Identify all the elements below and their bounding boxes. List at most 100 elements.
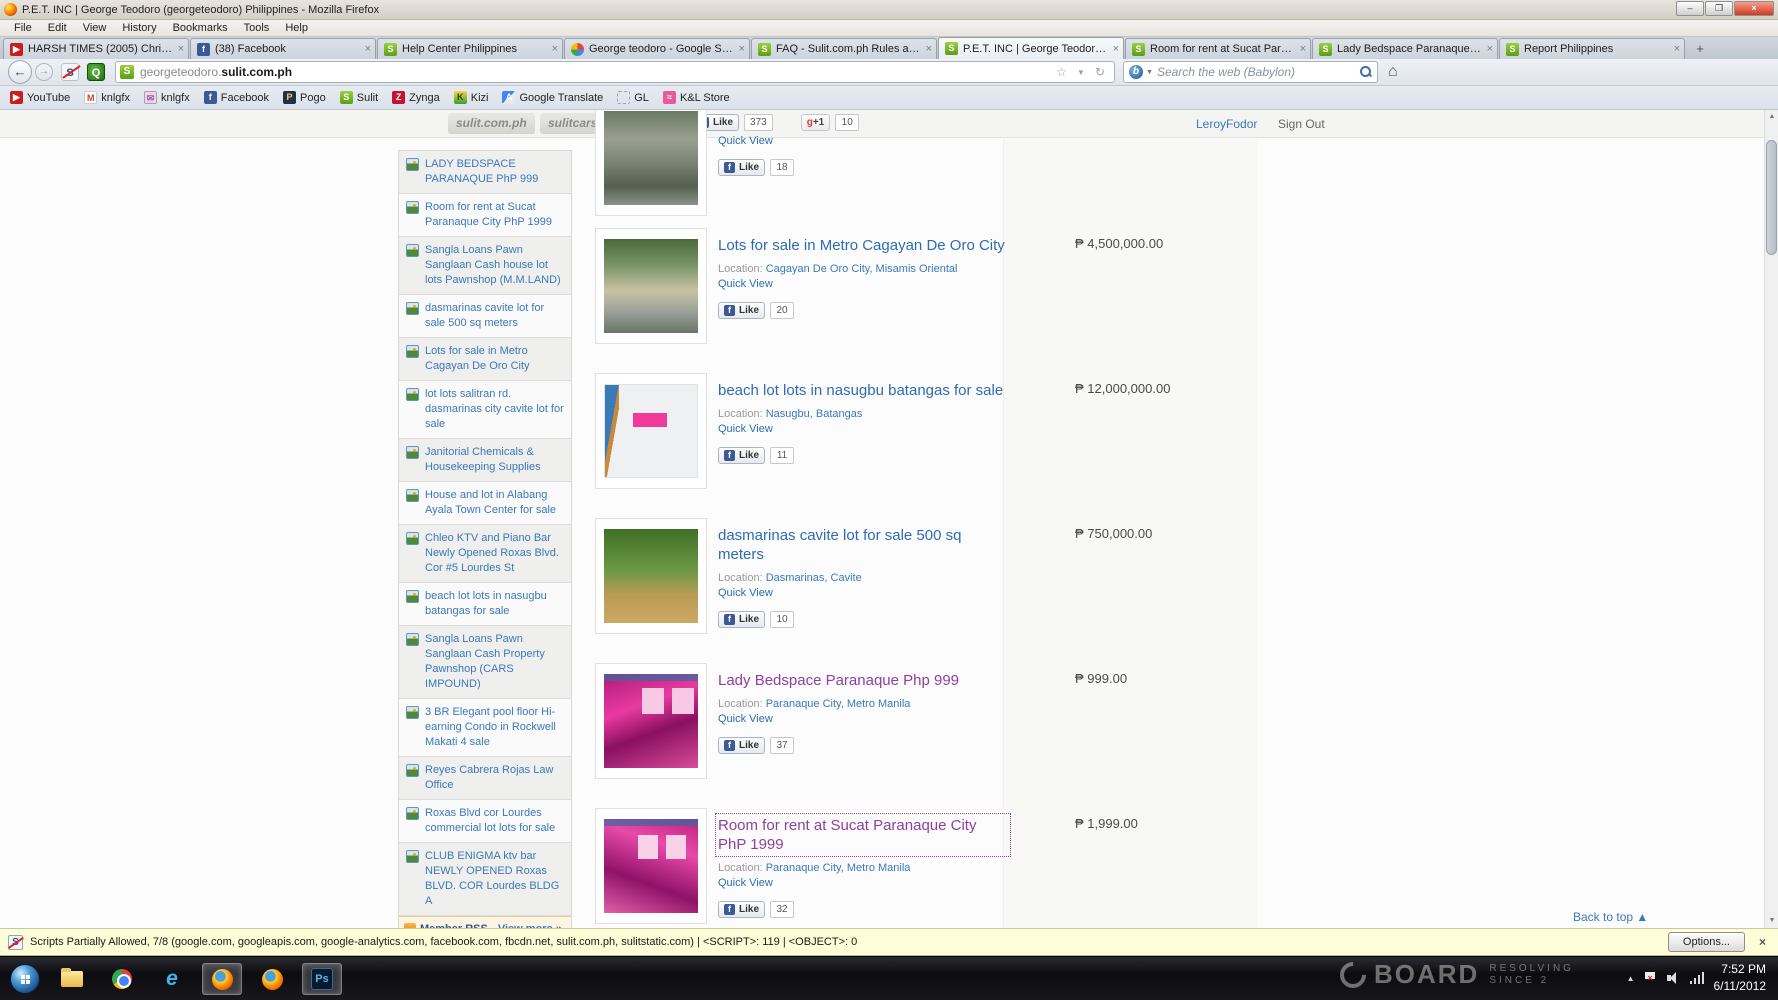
bookmark-zynga[interactable]: ZZynga	[388, 89, 444, 106]
sulit-logo[interactable]: sulit.com.ph	[448, 113, 535, 134]
facebook-like-button[interactable]: fLike	[718, 302, 765, 319]
bookmark-kizi[interactable]: KKizi	[450, 89, 493, 106]
sidebar-listing-link[interactable]: 3 BR Elegant pool floor Hi-earning Condo…	[425, 705, 565, 750]
facebook-like-button[interactable]: fLike	[718, 737, 765, 754]
taskbar-clock[interactable]: 7:52 PM 6/11/2012	[1714, 961, 1773, 995]
menu-file[interactable]: File	[6, 21, 40, 35]
bookmark-kl-store[interactable]: ≈K&L Store	[659, 89, 734, 106]
home-button[interactable]: ⌂	[1388, 63, 1398, 81]
maximize-button[interactable]: ❐	[1705, 1, 1733, 16]
scroll-down-arrow[interactable]: ▼	[1765, 914, 1778, 928]
quick-view-link[interactable]: Quick View	[718, 587, 1008, 599]
quick-view-link[interactable]: Quick View	[718, 135, 1008, 147]
bookmark-youtube[interactable]: ▶YouTube	[6, 89, 74, 106]
quick-view-link[interactable]: Quick View	[718, 278, 1008, 290]
tab-close-icon[interactable]: ×	[926, 43, 932, 55]
sidebar-listing-link[interactable]: Lots for sale in Metro Cagayan De Oro Ci…	[425, 344, 565, 374]
location-link[interactable]: Nasugbu, Batangas	[766, 408, 863, 420]
tab-room-for-rent[interactable]: S Room for rent at Sucat Paran... ×	[1125, 38, 1311, 59]
forward-button[interactable]: →	[35, 63, 53, 81]
tab-close-icon[interactable]: ×	[1487, 43, 1493, 55]
listing-thumbnail-card[interactable]	[595, 110, 707, 216]
bookmark-knlgfx-gmail[interactable]: Mknlgfx	[80, 89, 134, 106]
listing-thumbnail-card[interactable]	[595, 663, 707, 779]
listing-thumbnail-card[interactable]	[595, 373, 707, 489]
tab-harsh-times[interactable]: ▶ HARSH TIMES (2005) Christia... ×	[3, 38, 189, 59]
search-engine-dropdown-icon[interactable]: ▼	[1146, 69, 1153, 76]
start-button[interactable]	[10, 964, 40, 994]
bookmark-facebook[interactable]: fFacebook	[200, 89, 273, 106]
addon-icon[interactable]: Q	[87, 63, 105, 81]
options-button[interactable]: Options...	[1668, 932, 1745, 952]
quick-view-link[interactable]: Quick View	[718, 423, 1008, 435]
location-link[interactable]: Cagayan De Oro City, Misamis Oriental	[766, 263, 958, 275]
tab-close-icon[interactable]: ×	[739, 43, 745, 55]
listing-title-link[interactable]: Lots for sale in Metro Cagayan De Oro Ci…	[718, 236, 1005, 255]
tab-faq-sulit[interactable]: S FAQ - Sulit.com.ph Rules and... ×	[751, 38, 937, 59]
menu-view[interactable]: View	[75, 21, 115, 35]
minimize-button[interactable]: –	[1676, 1, 1704, 16]
taskbar-internet-explorer[interactable]: e	[152, 963, 192, 995]
sidebar-listing-link[interactable]: Room for rent at Sucat Paranaque City Ph…	[425, 200, 565, 230]
noscript-addon-icon[interactable]: S	[61, 63, 79, 81]
listing-photo[interactable]	[604, 674, 698, 768]
network-signal-icon[interactable]	[1690, 972, 1704, 984]
location-link[interactable]: Dasmarinas, Cavite	[766, 572, 862, 584]
location-link[interactable]: Paranaque City, Metro Manila	[766, 698, 911, 710]
tab-close-icon[interactable]: ×	[365, 43, 371, 55]
bookmark-sulit[interactable]: SSulit	[336, 89, 382, 106]
search-box[interactable]: b ▼	[1123, 61, 1378, 83]
facebook-like-button[interactable]: fLike	[718, 159, 765, 176]
listing-photo[interactable]	[604, 384, 698, 478]
listing-title-link[interactable]: dasmarinas cavite lot for sale 500 sq me…	[718, 526, 1008, 564]
listing-title-link[interactable]: beach lot lots in nasugbu batangas for s…	[718, 381, 1003, 400]
listing-thumbnail-card[interactable]	[595, 228, 707, 344]
sidebar-listing-link[interactable]: Sangla Loans Pawn Sanglaan Cash house lo…	[425, 243, 565, 288]
listing-title-link[interactable]: Room for rent at Sucat Paranaque City Ph…	[718, 816, 1008, 854]
menu-tools[interactable]: Tools	[236, 21, 278, 35]
reload-icon[interactable]: ↻	[1090, 65, 1110, 79]
show-hidden-icons-arrow[interactable]: ▲	[1627, 974, 1635, 983]
action-center-flag-icon[interactable]	[1645, 972, 1657, 984]
taskbar-photoshop[interactable]: Ps	[302, 963, 342, 995]
sidebar-listing-link[interactable]: lot lots salitran rd. dasmarinas city ca…	[425, 387, 565, 432]
babylon-search-icon[interactable]: b	[1129, 65, 1143, 79]
sidebar-listing-link[interactable]: CLUB ENIGMA ktv bar NEWLY OPENED Roxas B…	[425, 849, 565, 909]
sidebar-listing-link[interactable]: Chleo KTV and Piano Bar Newly Opened Rox…	[425, 531, 565, 576]
sidebar-listing-link[interactable]: House and lot in Alabang Ayala Town Cent…	[425, 488, 565, 518]
facebook-like-button[interactable]: fLike	[718, 901, 765, 918]
tab-close-icon[interactable]: ×	[1674, 43, 1680, 55]
taskbar-firefox-2[interactable]	[252, 963, 292, 995]
menu-bookmarks[interactable]: Bookmarks	[165, 21, 236, 35]
sidebar-listing-link[interactable]: beach lot lots in nasugbu batangas for s…	[425, 589, 565, 619]
tab-close-icon[interactable]: ×	[1300, 43, 1306, 55]
tab-report-philippines[interactable]: S Report Philippines ×	[1499, 38, 1685, 59]
tab-help-center[interactable]: S Help Center Philippines ×	[377, 38, 563, 59]
listing-photo[interactable]	[604, 529, 698, 623]
bookmark-knlgfx-mail[interactable]: ✉knlgfx	[140, 89, 194, 106]
tab-pet-inc-active[interactable]: S P.E.T. INC | George Teodoro (... ×	[938, 37, 1124, 59]
tab-google-search[interactable]: George teodoro - Google Sear... ×	[564, 38, 750, 59]
menu-help[interactable]: Help	[277, 21, 316, 35]
listing-title-link[interactable]: Lady Bedspace Paranaque Php 999	[718, 671, 959, 690]
bookmark-pogo[interactable]: PPogo	[279, 89, 330, 106]
taskbar-firefox[interactable]	[202, 963, 242, 995]
bookmark-gl[interactable]: GL	[613, 89, 653, 106]
tab-lady-bedspace[interactable]: S Lady Bedspace Paranaque Ph... ×	[1312, 38, 1498, 59]
tab-close-icon[interactable]: ×	[1113, 43, 1119, 55]
address-bar[interactable]: S georgeteodoro.sulit.com.ph ☆ ▼ ↻	[115, 61, 1115, 83]
scroll-up-arrow[interactable]: ▲	[1765, 110, 1778, 124]
listing-photo[interactable]	[604, 111, 698, 205]
sidebar-listing-link[interactable]: Sangla Loans Pawn Sanglaan Cash Property…	[425, 632, 565, 692]
notification-close-icon[interactable]: ×	[1759, 935, 1766, 949]
listing-photo[interactable]	[604, 239, 698, 333]
taskbar-explorer[interactable]	[52, 963, 92, 995]
bookmark-google-translate[interactable]: AGoogle Translate	[498, 89, 607, 106]
tab-close-icon[interactable]: ×	[178, 43, 184, 55]
close-button[interactable]: ×	[1734, 1, 1774, 16]
sidebar-listing-link[interactable]: Janitorial Chemicals & Housekeeping Supp…	[425, 445, 565, 475]
location-link[interactable]: Paranaque City, Metro Manila	[766, 862, 911, 874]
scrollbar-thumb[interactable]	[1766, 140, 1777, 255]
listing-thumbnail-card[interactable]	[595, 808, 707, 924]
search-input[interactable]	[1157, 65, 1360, 79]
